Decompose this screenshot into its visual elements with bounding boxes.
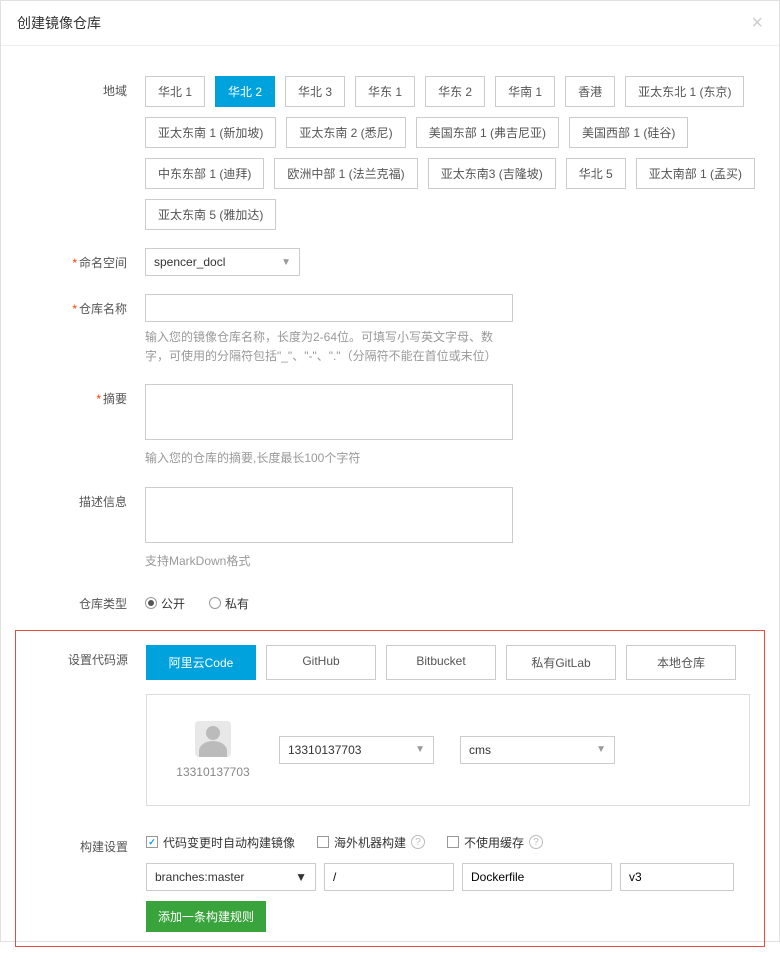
avatar-icon — [195, 721, 231, 757]
region-option[interactable]: 美国东部 1 (弗吉尼亚) — [416, 117, 559, 148]
summary-input[interactable] — [145, 384, 513, 440]
region-option[interactable]: 华北 5 — [566, 158, 626, 189]
repo-type-private[interactable]: 私有 — [209, 595, 249, 612]
add-rule-button[interactable]: 添加一条构建规则 — [146, 901, 266, 932]
chevron-down-icon: ▼ — [415, 744, 425, 755]
region-option[interactable]: 亚太东南 1 (新加坡) — [145, 117, 276, 148]
region-option[interactable]: 华北 1 — [145, 76, 205, 107]
overseas-checkbox[interactable]: 海外机器构建 ? — [317, 834, 425, 851]
checkbox-icon — [317, 836, 329, 848]
auto-build-checkbox[interactable]: 代码变更时自动构建镜像 — [146, 834, 295, 851]
checkbox-icon — [447, 836, 459, 848]
region-option[interactable]: 华北 3 — [285, 76, 345, 107]
overseas-label: 海外机器构建 — [334, 834, 406, 851]
region-option[interactable]: 华东 1 — [355, 76, 415, 107]
radio-icon — [209, 597, 221, 609]
region-option[interactable]: 亚太东北 1 (东京) — [625, 76, 744, 107]
summary-label: 摘要 — [15, 384, 145, 407]
description-help: 支持MarkDown格式 — [145, 552, 513, 571]
namespace-label: 命名空间 — [15, 248, 145, 271]
region-option[interactable]: 亚太东南 2 (悉尼) — [286, 117, 405, 148]
code-source-tab[interactable]: GitHub — [266, 645, 376, 680]
code-user: 13310137703 — [173, 765, 253, 779]
description-label: 描述信息 — [15, 487, 145, 510]
code-repo-value: cms — [469, 743, 491, 757]
repo-name-label: 仓库名称 — [15, 294, 145, 317]
branch-select[interactable]: branches:master ▼ — [146, 863, 316, 891]
nocache-label: 不使用缓存 — [464, 834, 524, 851]
build-settings-label: 构建设置 — [16, 832, 146, 855]
region-option[interactable]: 华东 2 — [425, 76, 485, 107]
auto-build-label: 代码变更时自动构建镜像 — [163, 834, 295, 851]
code-project-select[interactable]: 13310137703 ▼ — [279, 736, 434, 764]
help-icon[interactable]: ? — [411, 835, 425, 849]
namespace-value: spencer_docl — [154, 255, 225, 269]
chevron-down-icon: ▼ — [596, 744, 606, 755]
region-option[interactable]: 华南 1 — [495, 76, 555, 107]
repo-name-help: 输入您的镜像仓库名称，长度为2-64位。可填写小写英文字母、数字，可使用的分隔符… — [145, 328, 513, 366]
region-option[interactable]: 亚太南部 1 (孟买) — [636, 158, 755, 189]
checkbox-icon — [146, 836, 158, 848]
code-source-tab[interactable]: 私有GitLab — [506, 645, 616, 680]
radio-icon — [145, 597, 157, 609]
code-repo-select[interactable]: cms ▼ — [460, 736, 615, 764]
region-option[interactable]: 香港 — [565, 76, 615, 107]
namespace-select[interactable]: spencer_docl ▼ — [145, 248, 300, 276]
chevron-down-icon: ▼ — [281, 257, 291, 268]
region-label: 地域 — [15, 76, 145, 99]
region-option[interactable]: 亚太东南3 (吉隆坡) — [428, 158, 556, 189]
code-project-value: 13310137703 — [288, 743, 361, 757]
dockerfile-input[interactable] — [462, 863, 612, 891]
region-option[interactable]: 美国西部 1 (硅谷) — [569, 117, 688, 148]
repo-type-private-label: 私有 — [225, 595, 249, 612]
description-input[interactable] — [145, 487, 513, 543]
code-source-tab[interactable]: 本地仓库 — [626, 645, 736, 680]
build-path-input[interactable] — [324, 863, 454, 891]
repo-type-public-label: 公开 — [161, 595, 185, 612]
repo-type-public[interactable]: 公开 — [145, 595, 185, 612]
region-option[interactable]: 亚太东南 5 (雅加达) — [145, 199, 276, 230]
summary-help: 输入您的仓库的摘要,长度最长100个字符 — [145, 449, 513, 468]
branch-value: branches:master — [155, 870, 244, 884]
tag-input[interactable] — [620, 863, 734, 891]
modal-title: 创建镜像仓库 — [17, 13, 101, 33]
code-source-tab[interactable]: Bitbucket — [386, 645, 496, 680]
code-source-tab[interactable]: 阿里云Code — [146, 645, 256, 680]
help-icon[interactable]: ? — [529, 835, 543, 849]
close-icon[interactable]: × — [751, 13, 763, 33]
region-option[interactable]: 中东东部 1 (迪拜) — [145, 158, 264, 189]
repo-type-label: 仓库类型 — [15, 589, 145, 612]
region-option[interactable]: 华北 2 — [215, 76, 275, 107]
chevron-down-icon: ▼ — [295, 870, 307, 884]
repo-name-input[interactable] — [145, 294, 513, 322]
region-option[interactable]: 欧洲中部 1 (法兰克福) — [274, 158, 417, 189]
nocache-checkbox[interactable]: 不使用缓存 ? — [447, 834, 543, 851]
code-source-label: 设置代码源 — [16, 645, 146, 668]
